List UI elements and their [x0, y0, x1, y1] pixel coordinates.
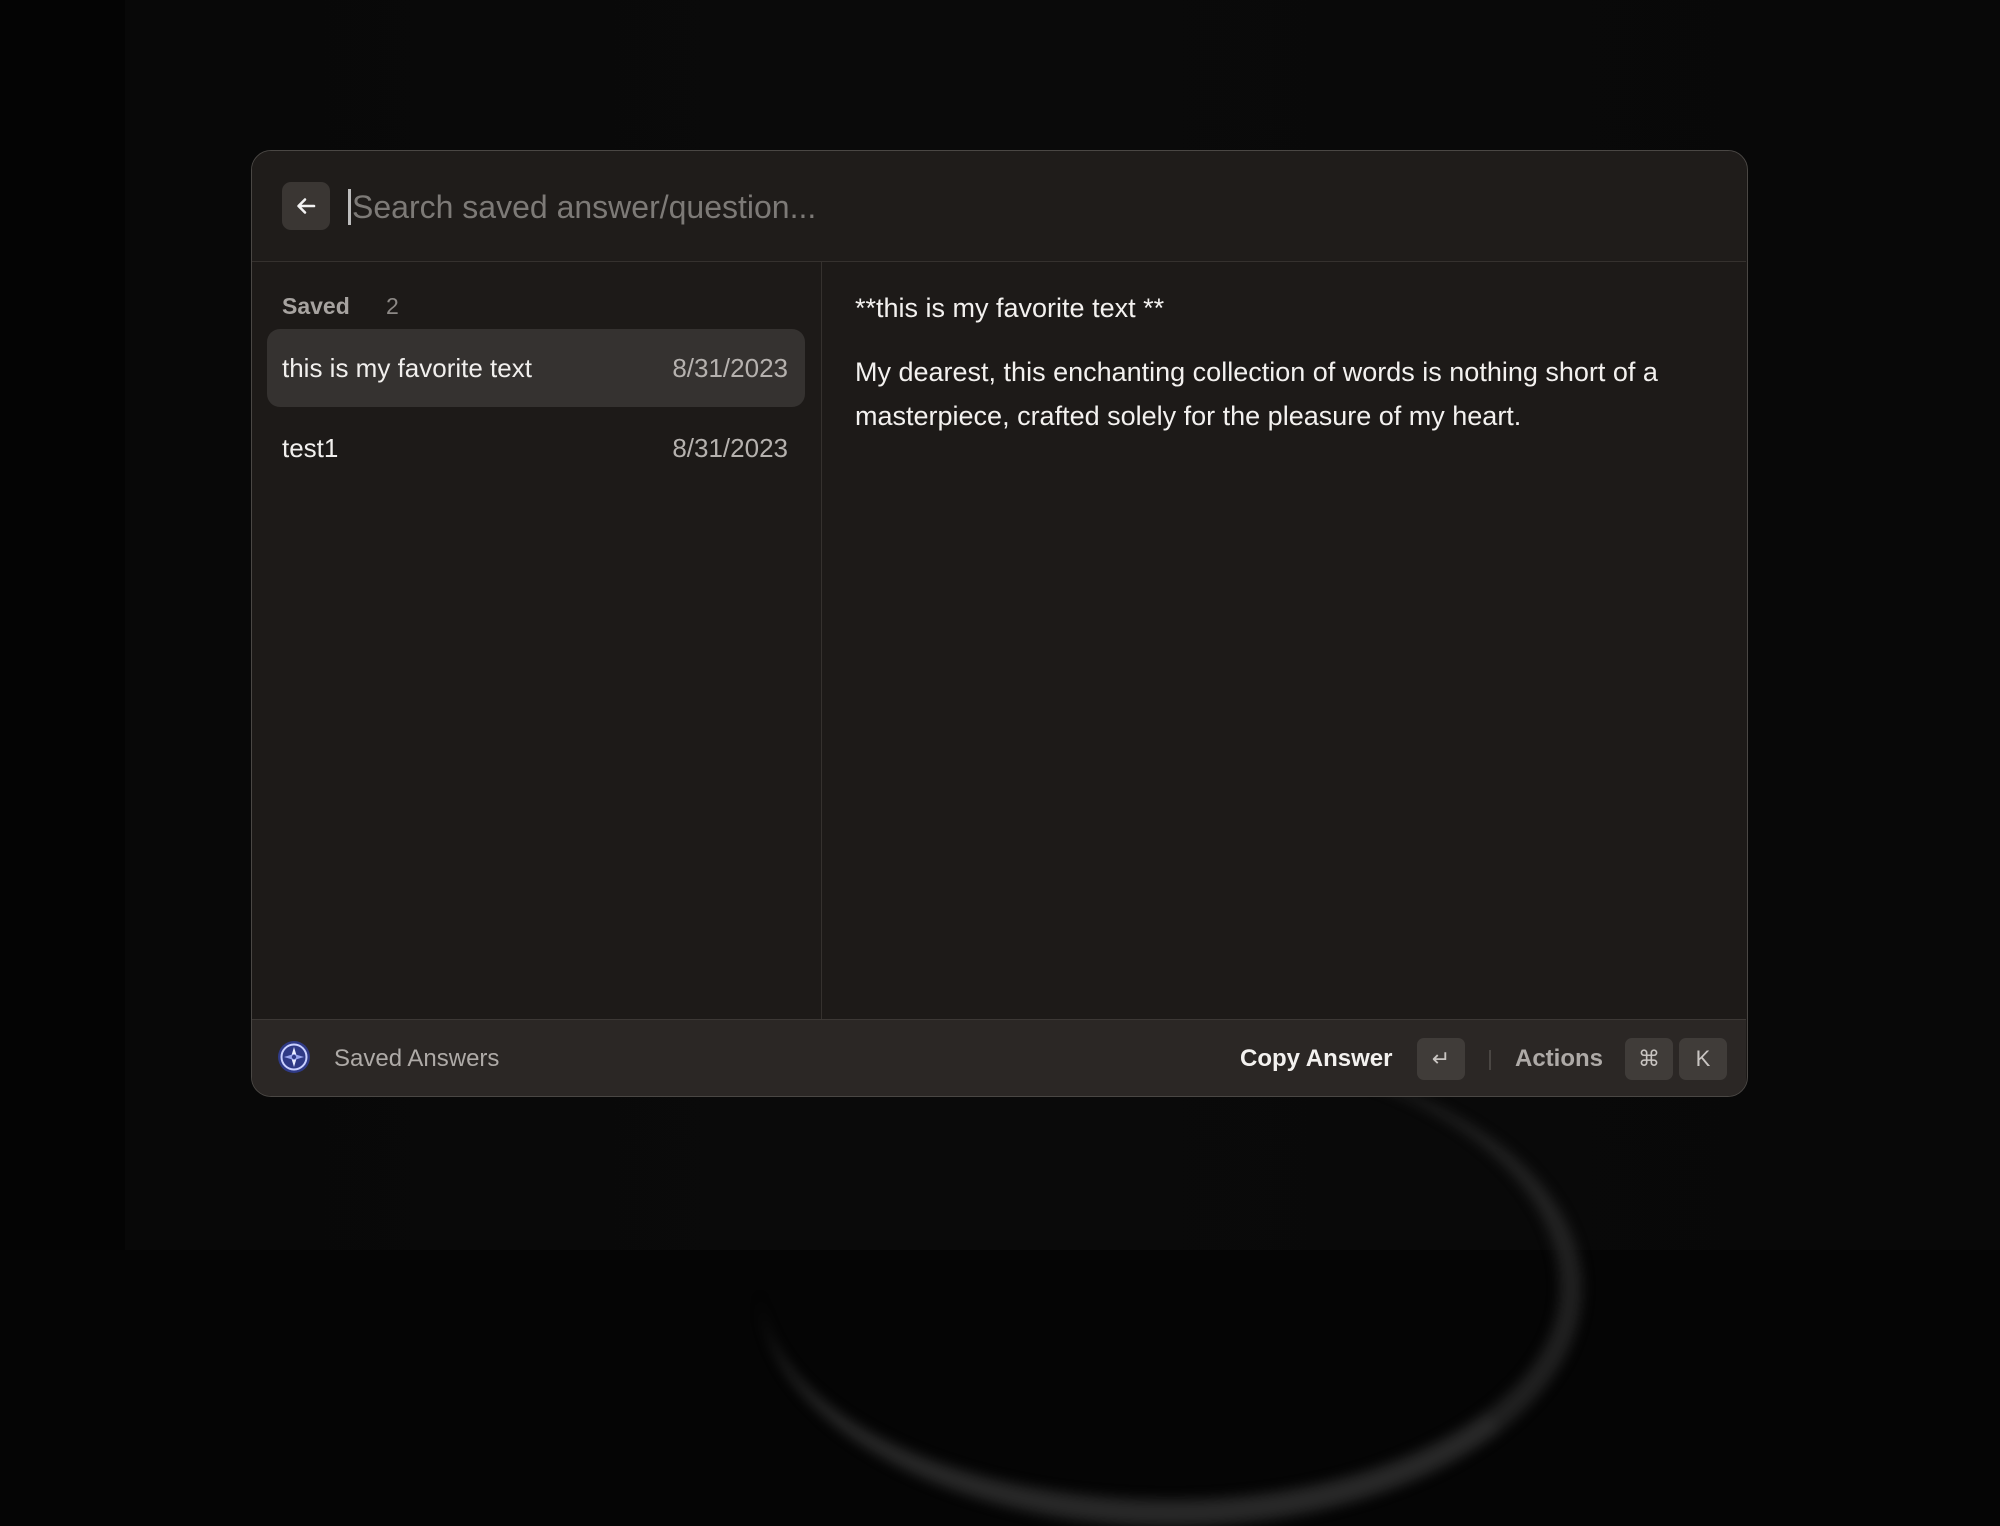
section-label: Saved [282, 293, 350, 319]
list-item-date: 8/31/2023 [672, 353, 788, 383]
answer-body: My dearest, this enchanting collection o… [855, 357, 1658, 431]
enter-key-hint: ↵ [1417, 1038, 1465, 1080]
answer-heading: **this is my favorite text ** [855, 293, 1165, 323]
list-item-date: 8/31/2023 [672, 433, 788, 463]
list-item-title: this is my favorite text [282, 353, 532, 383]
list-item-title: test1 [282, 433, 339, 463]
copy-answer-button[interactable]: Copy Answer [1240, 1045, 1392, 1073]
k-key-hint: K [1679, 1038, 1727, 1080]
list-item[interactable]: test1 8/31/2023 [267, 409, 805, 487]
search-input[interactable] [348, 177, 1652, 237]
divider [1489, 1050, 1491, 1070]
wallpaper-swoosh [760, 1050, 1582, 1526]
actions-button[interactable]: Actions [1515, 1045, 1603, 1073]
footer-title: Saved Answers [334, 1045, 500, 1072]
desktop-left-strip [0, 0, 125, 1250]
search-bar [252, 151, 1746, 262]
list-item[interactable]: this is my favorite text 8/31/2023 [267, 329, 805, 407]
saved-list-panel: Saved 2 this is my favorite text 8/31/20… [252, 262, 822, 1019]
saved-answers-window: Saved 2 this is my favorite text 8/31/20… [251, 150, 1748, 1097]
answer-detail-panel: **this is my favorite text ** My dearest… [823, 262, 1746, 1019]
command-key-hint: ⌘ [1625, 1038, 1673, 1080]
action-bar: Saved Answers Copy Answer ↵ Actions ⌘ K [252, 1019, 1746, 1096]
back-button[interactable] [282, 182, 330, 230]
arrow-left-icon [297, 198, 316, 214]
compass-icon [278, 1041, 310, 1073]
section-count: 2 [386, 293, 399, 319]
